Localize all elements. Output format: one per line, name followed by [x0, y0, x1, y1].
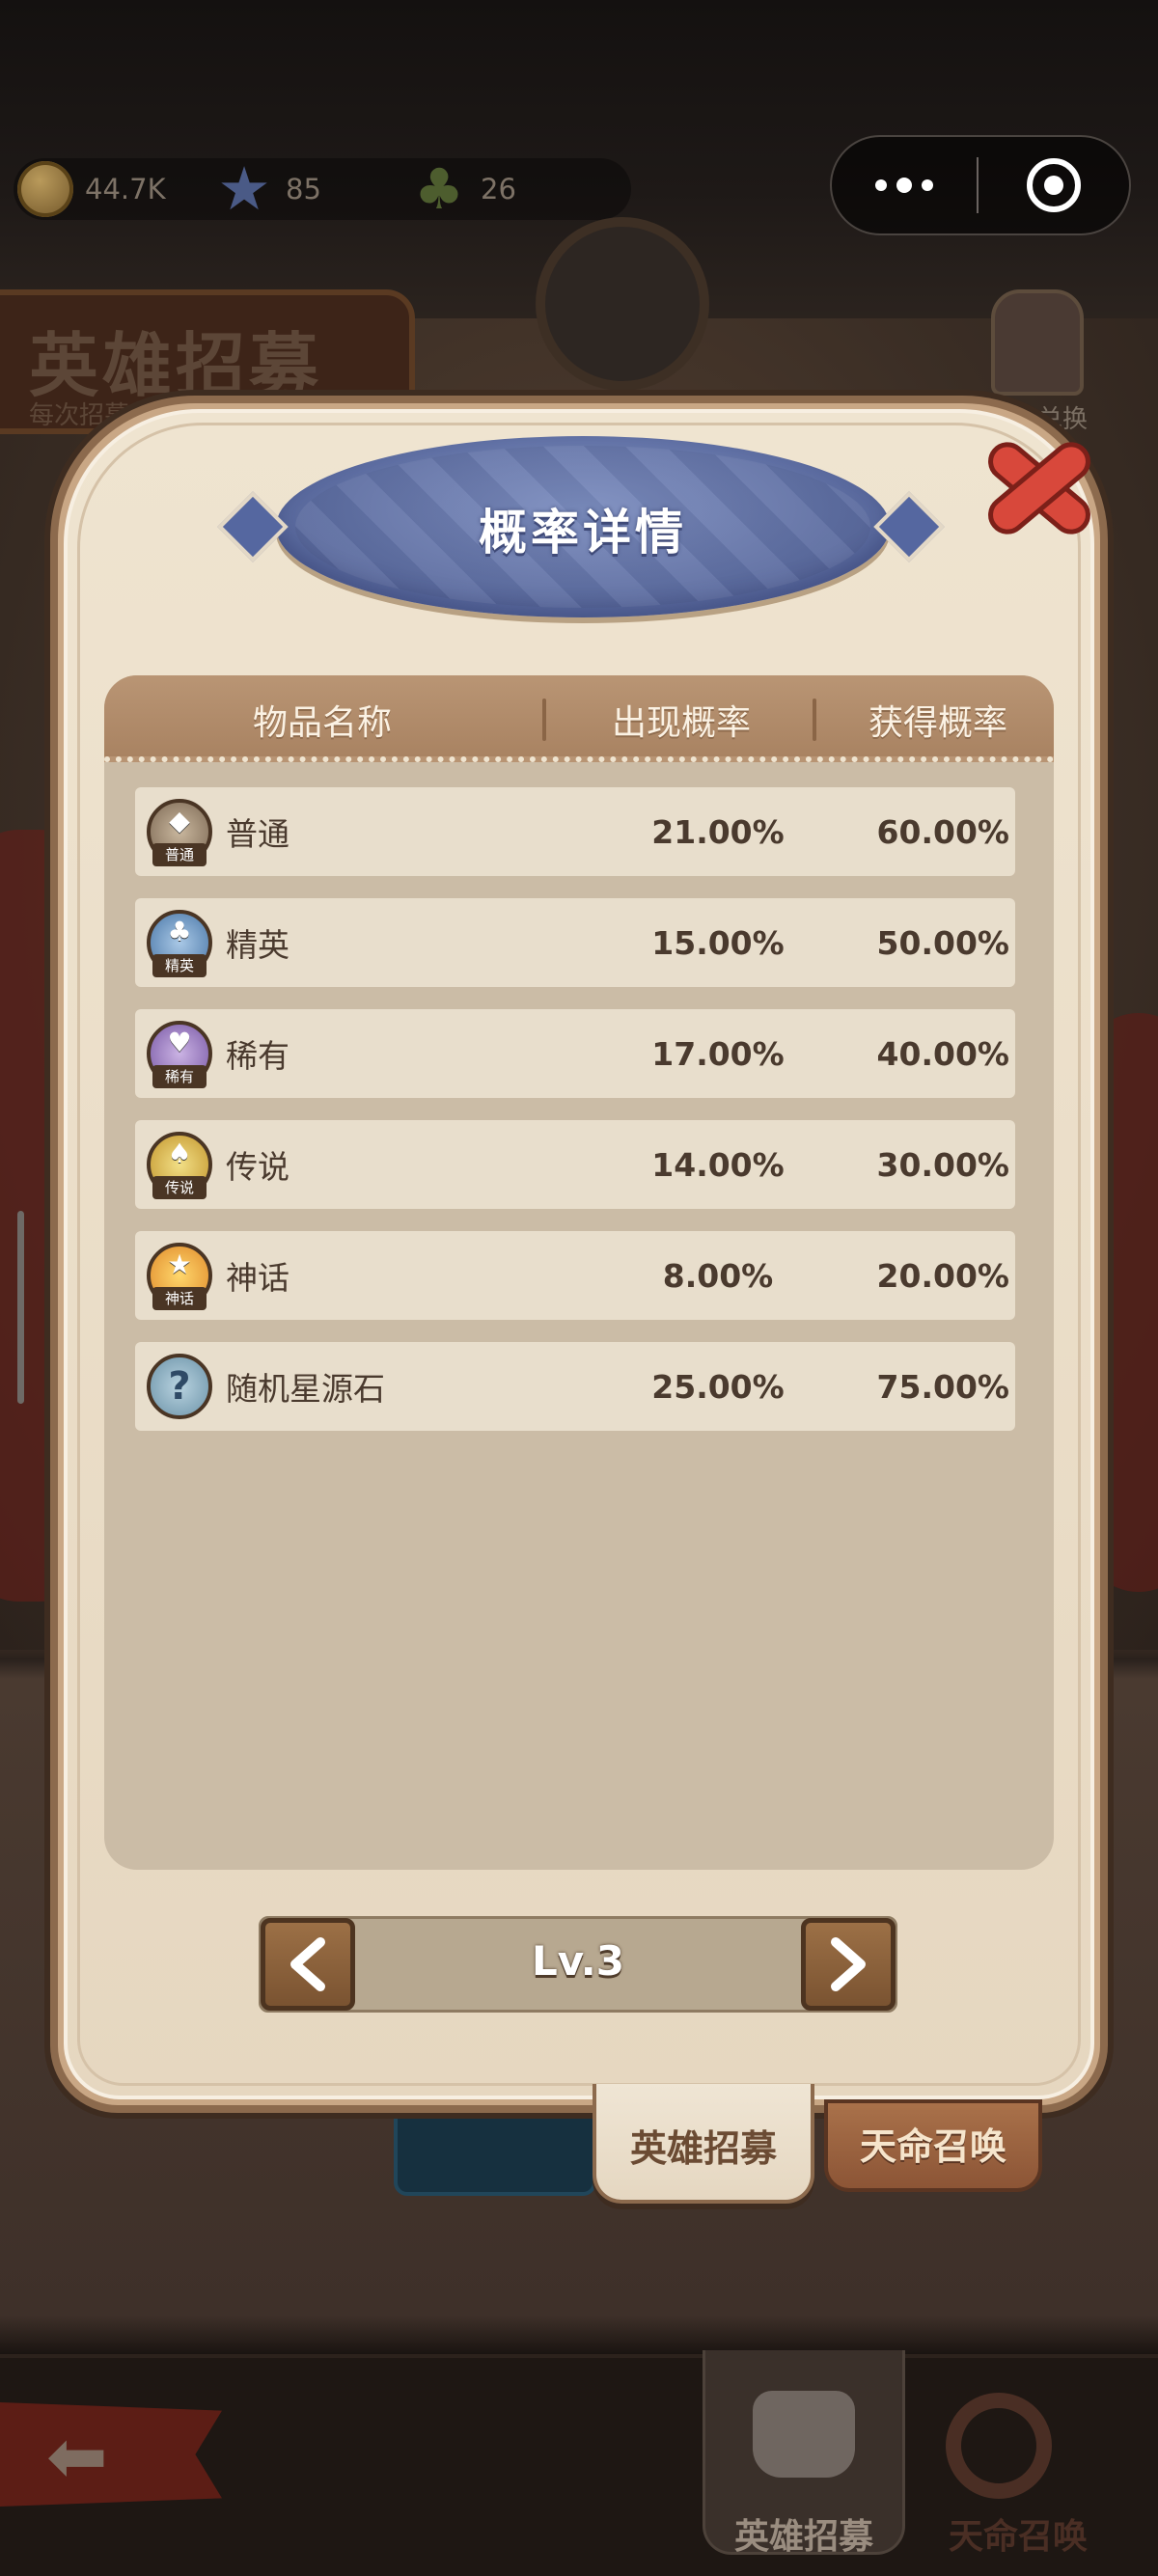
- appear-rate: 14.00%: [651, 1145, 785, 1184]
- appear-rate: 25.00%: [651, 1367, 785, 1406]
- nav-fate-summon-label[interactable]: 天命召唤: [907, 2508, 1129, 2559]
- rank-badge: 精英: [152, 954, 207, 977]
- back-button[interactable]: [0, 2402, 222, 2507]
- table-row: ♠ 传说 传说 14.00% 30.00%: [135, 1120, 1015, 1209]
- shop-icon: [991, 289, 1084, 396]
- item-name: 随机星源石: [226, 1370, 385, 1408]
- coin-icon: [17, 161, 73, 217]
- appear-rate: 8.00%: [662, 1256, 774, 1295]
- table-row: ♥ 稀有 稀有 17.00% 40.00%: [135, 1009, 1015, 1098]
- star-amount: 85: [286, 173, 321, 206]
- table-row: ♣ 精英 精英 15.00% 50.00%: [135, 898, 1015, 987]
- common-rank-icon: ◆ 普通: [147, 799, 212, 866]
- gear-icon: [946, 2393, 1052, 2499]
- coin-amount: 44.7K: [85, 173, 166, 206]
- legend-rank-icon: ♠ 传说: [147, 1132, 212, 1199]
- chevron-left-icon: [290, 1937, 325, 1991]
- item-name: 神话: [226, 1259, 290, 1297]
- rank-badge: 稀有: [152, 1065, 207, 1088]
- elite-rank-icon: ♣ 精英: [147, 910, 212, 977]
- column-divider: [813, 699, 816, 741]
- scrollbar[interactable]: [17, 1211, 24, 1404]
- level-label: Lv.3: [532, 1937, 624, 1985]
- appear-rate: 17.00%: [651, 1034, 785, 1073]
- item-name: 普通: [226, 815, 290, 853]
- tab-fate-summon-label[interactable]: 天命召唤: [824, 2117, 1042, 2170]
- nav-hero-recruit-label[interactable]: 英雄招募: [703, 2508, 905, 2559]
- mini-program-capsule: [830, 135, 1131, 235]
- more-icon[interactable]: [832, 178, 977, 193]
- rank-badge: 神话: [152, 1287, 207, 1310]
- clock-icon: [536, 217, 709, 391]
- item-name: 传说: [226, 1148, 290, 1186]
- coin-counter: 44.7K: [17, 161, 166, 217]
- item-name: 精英: [226, 926, 290, 964]
- obtain-rate: 30.00%: [876, 1145, 1009, 1184]
- clover-icon: ♣: [414, 156, 464, 222]
- train-icon: [753, 2391, 855, 2478]
- obtain-rate: 50.00%: [876, 923, 1009, 962]
- rank-badge: 传说: [152, 1176, 207, 1199]
- table-row: ? 随机星源石 25.00% 75.00%: [135, 1342, 1015, 1431]
- star-icon: ★: [217, 153, 271, 224]
- previous-level-button[interactable]: [261, 1918, 355, 2011]
- obtain-rate: 20.00%: [876, 1256, 1009, 1295]
- table-row: ★ 神话 神话 8.00% 20.00%: [135, 1231, 1015, 1320]
- rare-rank-icon: ♥ 稀有: [147, 1021, 212, 1088]
- appear-rate: 15.00%: [651, 923, 785, 962]
- item-name: 稀有: [226, 1037, 290, 1075]
- rank-badge: 普通: [152, 843, 207, 866]
- column-header-obtain-rate: 获得概率: [868, 703, 1007, 743]
- table-row: ◆ 普通 普通 21.00% 60.00%: [135, 787, 1015, 876]
- modal-title: 概率详情: [479, 505, 687, 561]
- clover-amount: 26: [481, 173, 516, 206]
- exit-mini-program-icon[interactable]: [979, 158, 1129, 212]
- star-counter: ★ 85: [214, 153, 321, 224]
- myth-rank-icon: ★ 神话: [147, 1243, 212, 1310]
- obtain-rate: 75.00%: [876, 1367, 1009, 1406]
- obtain-rate: 60.00%: [876, 812, 1009, 851]
- column-header-appear-rate: 出现概率: [611, 703, 751, 743]
- next-level-button[interactable]: [801, 1918, 896, 2011]
- random-star-stone-icon: ?: [147, 1354, 212, 1419]
- appear-rate: 21.00%: [651, 812, 785, 851]
- clover-counter: ♣ 26: [409, 156, 516, 222]
- chevron-right-icon: [831, 1937, 866, 1991]
- column-header-name: 物品名称: [252, 703, 392, 743]
- tab-hero-recruit-label[interactable]: 英雄招募: [593, 2119, 814, 2172]
- obtain-rate: 40.00%: [876, 1034, 1009, 1073]
- close-button[interactable]: [979, 434, 1099, 542]
- back-arrow-icon: ⬅: [46, 2413, 108, 2499]
